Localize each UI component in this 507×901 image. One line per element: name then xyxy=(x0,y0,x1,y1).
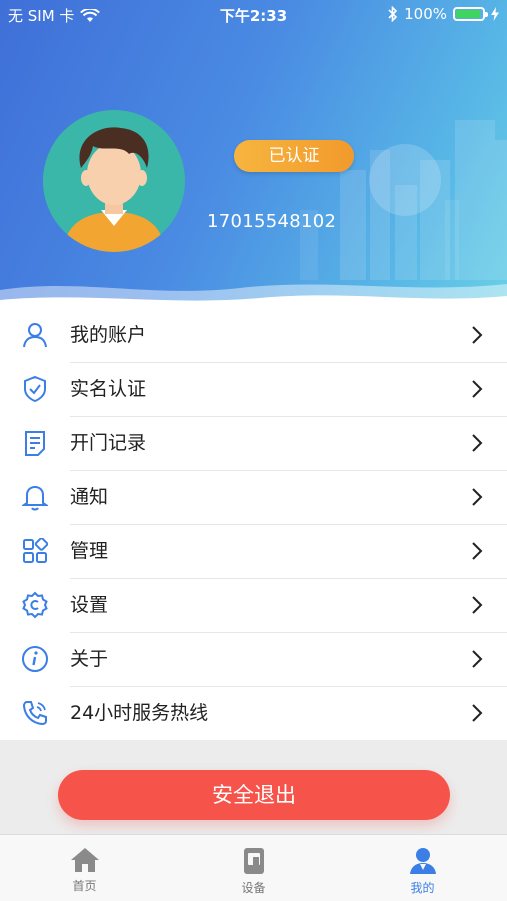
menu-item-about[interactable]: 关于 xyxy=(0,632,507,687)
grid-icon xyxy=(23,538,48,563)
menu-item-management[interactable]: 管理 xyxy=(0,524,507,579)
chevron-right-icon xyxy=(472,325,483,344)
avatar-person-icon xyxy=(43,110,185,252)
info-icon xyxy=(22,646,48,672)
document-icon xyxy=(25,431,45,456)
battery-text: 100% xyxy=(404,5,447,23)
chevron-right-icon xyxy=(472,487,483,506)
avatar[interactable] xyxy=(43,110,185,252)
settings-icon xyxy=(22,591,48,619)
menu-item-verification[interactable]: 实名认证 xyxy=(0,362,507,417)
menu-item-label: 设置 xyxy=(70,593,109,616)
chevron-right-icon xyxy=(472,433,483,452)
menu-item-label: 管理 xyxy=(70,539,109,562)
wave-decoration xyxy=(0,284,507,312)
charging-icon xyxy=(491,7,499,21)
tab-bar: 首页 设备 我的 xyxy=(0,834,507,901)
tab-home[interactable]: 首页 xyxy=(0,835,169,901)
phone-icon xyxy=(22,701,47,726)
chevron-right-icon xyxy=(472,379,483,398)
menu-item-hotline[interactable]: 24小时服务热线 xyxy=(0,686,507,740)
device-icon xyxy=(243,848,264,874)
logout-button[interactable]: 安全退出 xyxy=(58,770,450,820)
tab-label: 设备 xyxy=(241,881,266,895)
chevron-right-icon xyxy=(472,649,483,668)
tab-label: 我的 xyxy=(410,881,435,895)
menu-item-account[interactable]: 我的账户 xyxy=(0,308,507,363)
menu-item-label: 通知 xyxy=(70,485,109,508)
bell-icon xyxy=(22,485,48,511)
home-icon xyxy=(70,848,99,872)
tab-profile[interactable]: 我的 xyxy=(338,835,507,901)
battery-icon xyxy=(453,7,488,21)
profile-header: 无 SIM 卡 下午2:33 100% 已认证 17015548102 xyxy=(0,0,507,312)
tab-label: 首页 xyxy=(72,879,97,893)
menu-list: 我的账户 实名认证 开门记录 通知 管理 设置 关于 24小时服务热线 xyxy=(0,308,507,740)
bluetooth-icon xyxy=(388,6,398,22)
chevron-right-icon xyxy=(472,595,483,614)
profile-icon xyxy=(409,848,436,874)
menu-item-label: 关于 xyxy=(70,647,109,670)
menu-item-door-records[interactable]: 开门记录 xyxy=(0,416,507,471)
menu-item-label: 开门记录 xyxy=(70,431,147,454)
menu-item-label: 我的账户 xyxy=(70,323,147,346)
menu-item-label: 24小时服务热线 xyxy=(70,702,209,724)
chevron-right-icon xyxy=(472,541,483,560)
menu-item-settings[interactable]: 设置 xyxy=(0,578,507,633)
user-icon xyxy=(23,323,47,348)
verified-badge: 已认证 xyxy=(234,140,354,172)
phone-number: 17015548102 xyxy=(207,211,337,232)
shield-check-icon xyxy=(24,375,46,403)
status-bar: 无 SIM 卡 下午2:33 100% xyxy=(0,0,507,30)
menu-item-notifications[interactable]: 通知 xyxy=(0,470,507,525)
menu-item-label: 实名认证 xyxy=(70,377,147,400)
chevron-right-icon xyxy=(472,704,483,722)
tab-devices[interactable]: 设备 xyxy=(169,835,338,901)
